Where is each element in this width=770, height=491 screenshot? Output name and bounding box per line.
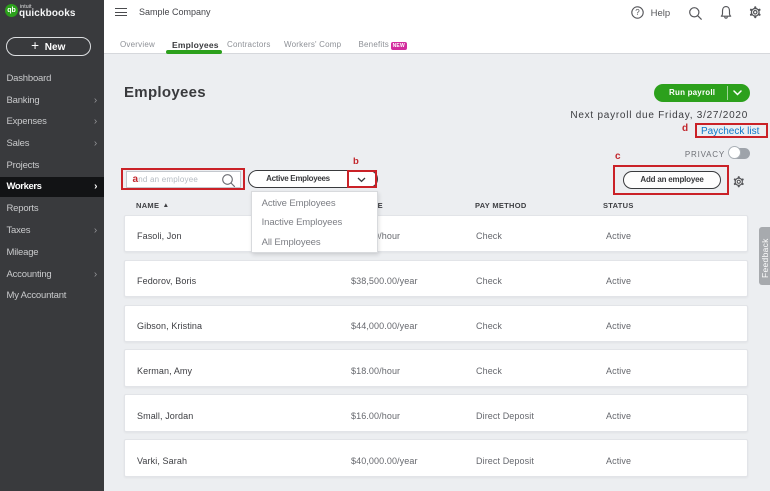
svg-text:?: ? [635, 8, 640, 17]
